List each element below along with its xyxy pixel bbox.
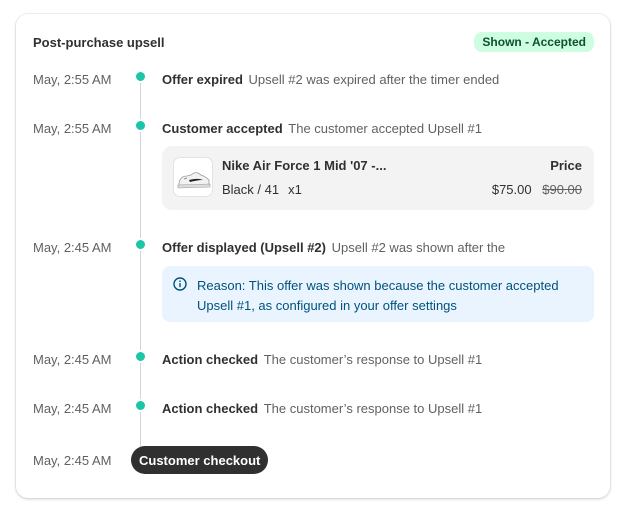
event-label: Action checked: [162, 352, 259, 367]
current-price: $75.00: [491, 182, 532, 197]
product-variant-row: Black / 41 x1: [222, 182, 302, 197]
card-header: Post-purchase upsell Shown - Accepted: [33, 31, 594, 53]
timeline-dot: [136, 240, 145, 249]
product-item[interactable]: Nike Air Force 1 Mid '07 -... Black / 41…: [162, 146, 594, 210]
event-description: The customer accepted Upsell #1: [288, 121, 482, 136]
original-price: $90.00: [542, 182, 582, 197]
event-description: Upsell #2 was expired after the timer en…: [248, 72, 500, 87]
event-text: Action checked The customer’s response t…: [162, 401, 482, 416]
price-label: Price: [550, 158, 582, 173]
event-time: May, 2:45 AM: [33, 240, 112, 255]
timeline-dot: [136, 72, 145, 81]
event-time: May, 2:55 AM: [33, 121, 112, 136]
event-description: The customer’s response to Upsell #1: [263, 401, 483, 416]
event-label: Offer expired: [162, 72, 243, 87]
price-row: $75.00 $90.00: [492, 182, 582, 197]
info-icon: [173, 277, 187, 291]
event-description: Upsell #2 was shown after the: [331, 240, 506, 255]
event-time: May, 2:55 AM: [33, 72, 112, 87]
sneaker-thumbnail-icon: [173, 157, 213, 197]
reason-banner: Reason: This offer was shown because the…: [162, 266, 594, 322]
timeline-dot: [136, 352, 145, 361]
card-title: Post-purchase upsell: [33, 34, 165, 50]
timeline-dot: [136, 401, 145, 410]
event-time: May, 2:45 AM: [33, 352, 112, 367]
event-label: Action checked: [162, 401, 259, 416]
event-text: Action checked The customer’s response t…: [162, 352, 482, 367]
customer-checkout-pill: Customer checkout: [131, 446, 269, 474]
post-purchase-upsell-card: Post-purchase upsell Shown - Accepted Ma…: [16, 14, 610, 498]
event-label: Customer accepted: [162, 121, 283, 136]
event-time: May, 2:45 AM: [33, 453, 112, 468]
timeline-dot: [136, 121, 145, 130]
product-variant: Black / 41: [222, 182, 280, 197]
reason-text: Reason: This offer was shown because the…: [197, 278, 559, 313]
status-badge: Shown - Accepted: [474, 32, 594, 52]
product-quantity: x1: [288, 182, 302, 197]
event-description: The customer’s response to Upsell #1: [263, 352, 483, 367]
event-time: May, 2:45 AM: [33, 401, 112, 416]
product-name: Nike Air Force 1 Mid '07 -...: [222, 158, 387, 173]
event-label: Offer displayed (Upsell #2): [162, 240, 326, 255]
event-text: Offer displayed (Upsell #2) Upsell #2 wa…: [162, 240, 505, 255]
event-text: Offer expired Upsell #2 was expired afte…: [162, 72, 499, 87]
event-text: Customer accepted The customer accepted …: [162, 121, 482, 136]
